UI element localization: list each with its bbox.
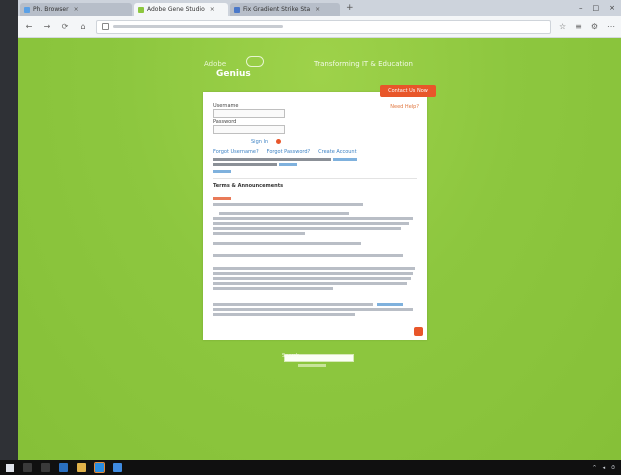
new-tab-button[interactable]: +	[342, 3, 358, 13]
settings-icon[interactable]: ⚙	[591, 22, 598, 31]
logo-line-1: Adobe	[204, 60, 227, 68]
more-icon[interactable]: ⋯	[607, 22, 615, 31]
text-line	[219, 212, 349, 215]
browser-tab[interactable]: Fix Gradient Strike Sta ×	[230, 3, 340, 16]
text-line	[213, 277, 411, 280]
text-line	[213, 267, 415, 270]
text-line	[213, 303, 373, 306]
text-line	[213, 158, 331, 161]
text-line	[213, 232, 305, 235]
help-link[interactable]: Need Help?	[390, 104, 419, 110]
search-taskbar-icon[interactable]	[23, 463, 32, 472]
browser-tab-active[interactable]: Adobe Gene Studio ×	[134, 3, 228, 16]
close-tab-icon[interactable]: ×	[210, 6, 215, 13]
text-line	[213, 203, 363, 206]
site-tagline: Transforming IT & Education	[314, 60, 413, 68]
network-icon[interactable]: ^	[592, 465, 596, 471]
lock-icon	[102, 23, 109, 30]
red-heading	[213, 197, 231, 200]
text-line	[213, 222, 409, 225]
address-bar[interactable]	[96, 19, 551, 34]
footer-link[interactable]	[298, 364, 326, 367]
divider	[213, 178, 417, 179]
text-line	[213, 254, 403, 257]
text-line	[213, 287, 333, 290]
app-taskbar-icon[interactable]	[113, 463, 122, 472]
browser-tab[interactable]: Ph. Browser ×	[20, 3, 132, 16]
text-line	[213, 272, 413, 275]
sign-in-icon	[276, 139, 281, 144]
forgot-username-link[interactable]: Forgot Username?	[213, 149, 259, 155]
clock[interactable]: ⏱	[611, 465, 615, 471]
text-line	[213, 242, 361, 245]
scroll-top-icon[interactable]	[414, 327, 423, 336]
web-page: Adobe Genius Transforming IT & Education…	[18, 38, 621, 460]
folder-icon[interactable]	[77, 463, 86, 472]
home-button[interactable]: ⌂	[78, 22, 88, 31]
browser-toolbar: ☆ ≡ ⚙ ⋯	[559, 22, 615, 31]
tab-label: Fix Gradient Strike Sta	[243, 6, 311, 13]
text-line	[213, 227, 401, 230]
section-title: Terms & Announcements	[213, 183, 284, 189]
text-link[interactable]	[377, 303, 403, 306]
screen: Ph. Browser × Adobe Gene Studio × Fix Gr…	[0, 0, 621, 475]
text-line	[213, 217, 413, 220]
logo-line-2: Genius	[216, 69, 251, 79]
maximize-button[interactable]: □	[593, 4, 600, 12]
edge-icon[interactable]	[59, 463, 68, 472]
text-line	[213, 308, 413, 311]
search-label: Search	[282, 353, 300, 359]
tab-label: Adobe Gene Studio	[147, 6, 205, 13]
username-input[interactable]	[213, 109, 285, 118]
text-link[interactable]	[213, 170, 231, 173]
url-text	[113, 25, 283, 28]
window-controls: – □ ×	[579, 4, 621, 12]
text-line	[213, 313, 355, 316]
cloud-icon	[246, 56, 264, 67]
text-link[interactable]	[279, 163, 297, 166]
browser-navbar: ← → ⟳ ⌂ ☆ ≡ ⚙ ⋯	[18, 16, 621, 38]
text-line	[213, 282, 407, 285]
system-tray: ^ ◂ ⏱	[592, 465, 615, 471]
taskbar: ^ ◂ ⏱	[0, 460, 621, 475]
browser-taskbar-icon[interactable]	[94, 462, 105, 473]
text-link[interactable]	[333, 158, 357, 161]
tab-favicon-icon	[138, 6, 144, 13]
close-window-button[interactable]: ×	[609, 4, 615, 12]
left-side-panel	[0, 0, 18, 460]
contact-button[interactable]: Contact Us Now	[380, 85, 436, 97]
tab-label: Ph. Browser	[33, 6, 69, 13]
password-input[interactable]	[213, 125, 285, 134]
forgot-password-link[interactable]: Forgot Password?	[267, 149, 311, 155]
favorite-icon[interactable]: ☆	[559, 22, 566, 31]
tab-favicon-icon	[24, 6, 30, 13]
back-button[interactable]: ←	[24, 22, 34, 31]
task-view-icon[interactable]	[41, 463, 50, 472]
volume-icon[interactable]: ◂	[603, 465, 606, 471]
close-tab-icon[interactable]: ×	[74, 6, 79, 13]
close-tab-icon[interactable]: ×	[315, 6, 320, 13]
menu-icon[interactable]: ≡	[575, 22, 582, 31]
forward-button[interactable]: →	[42, 22, 52, 31]
login-card: Contact Us Now Need Help? Username Passw…	[203, 85, 436, 340]
tab-favicon-icon	[234, 6, 240, 13]
create-account-link[interactable]: Create Account	[318, 149, 356, 155]
reload-button[interactable]: ⟳	[60, 22, 70, 31]
browser-tab-strip: Ph. Browser × Adobe Gene Studio × Fix Gr…	[18, 0, 621, 16]
text-line	[213, 163, 277, 166]
start-icon[interactable]	[6, 463, 14, 472]
account-links: Forgot Username? Forgot Password? Create…	[213, 149, 357, 155]
site-logo[interactable]: Adobe Genius	[204, 56, 274, 84]
sign-in-link[interactable]: Sign In	[251, 139, 268, 145]
minimize-button[interactable]: –	[579, 4, 583, 12]
